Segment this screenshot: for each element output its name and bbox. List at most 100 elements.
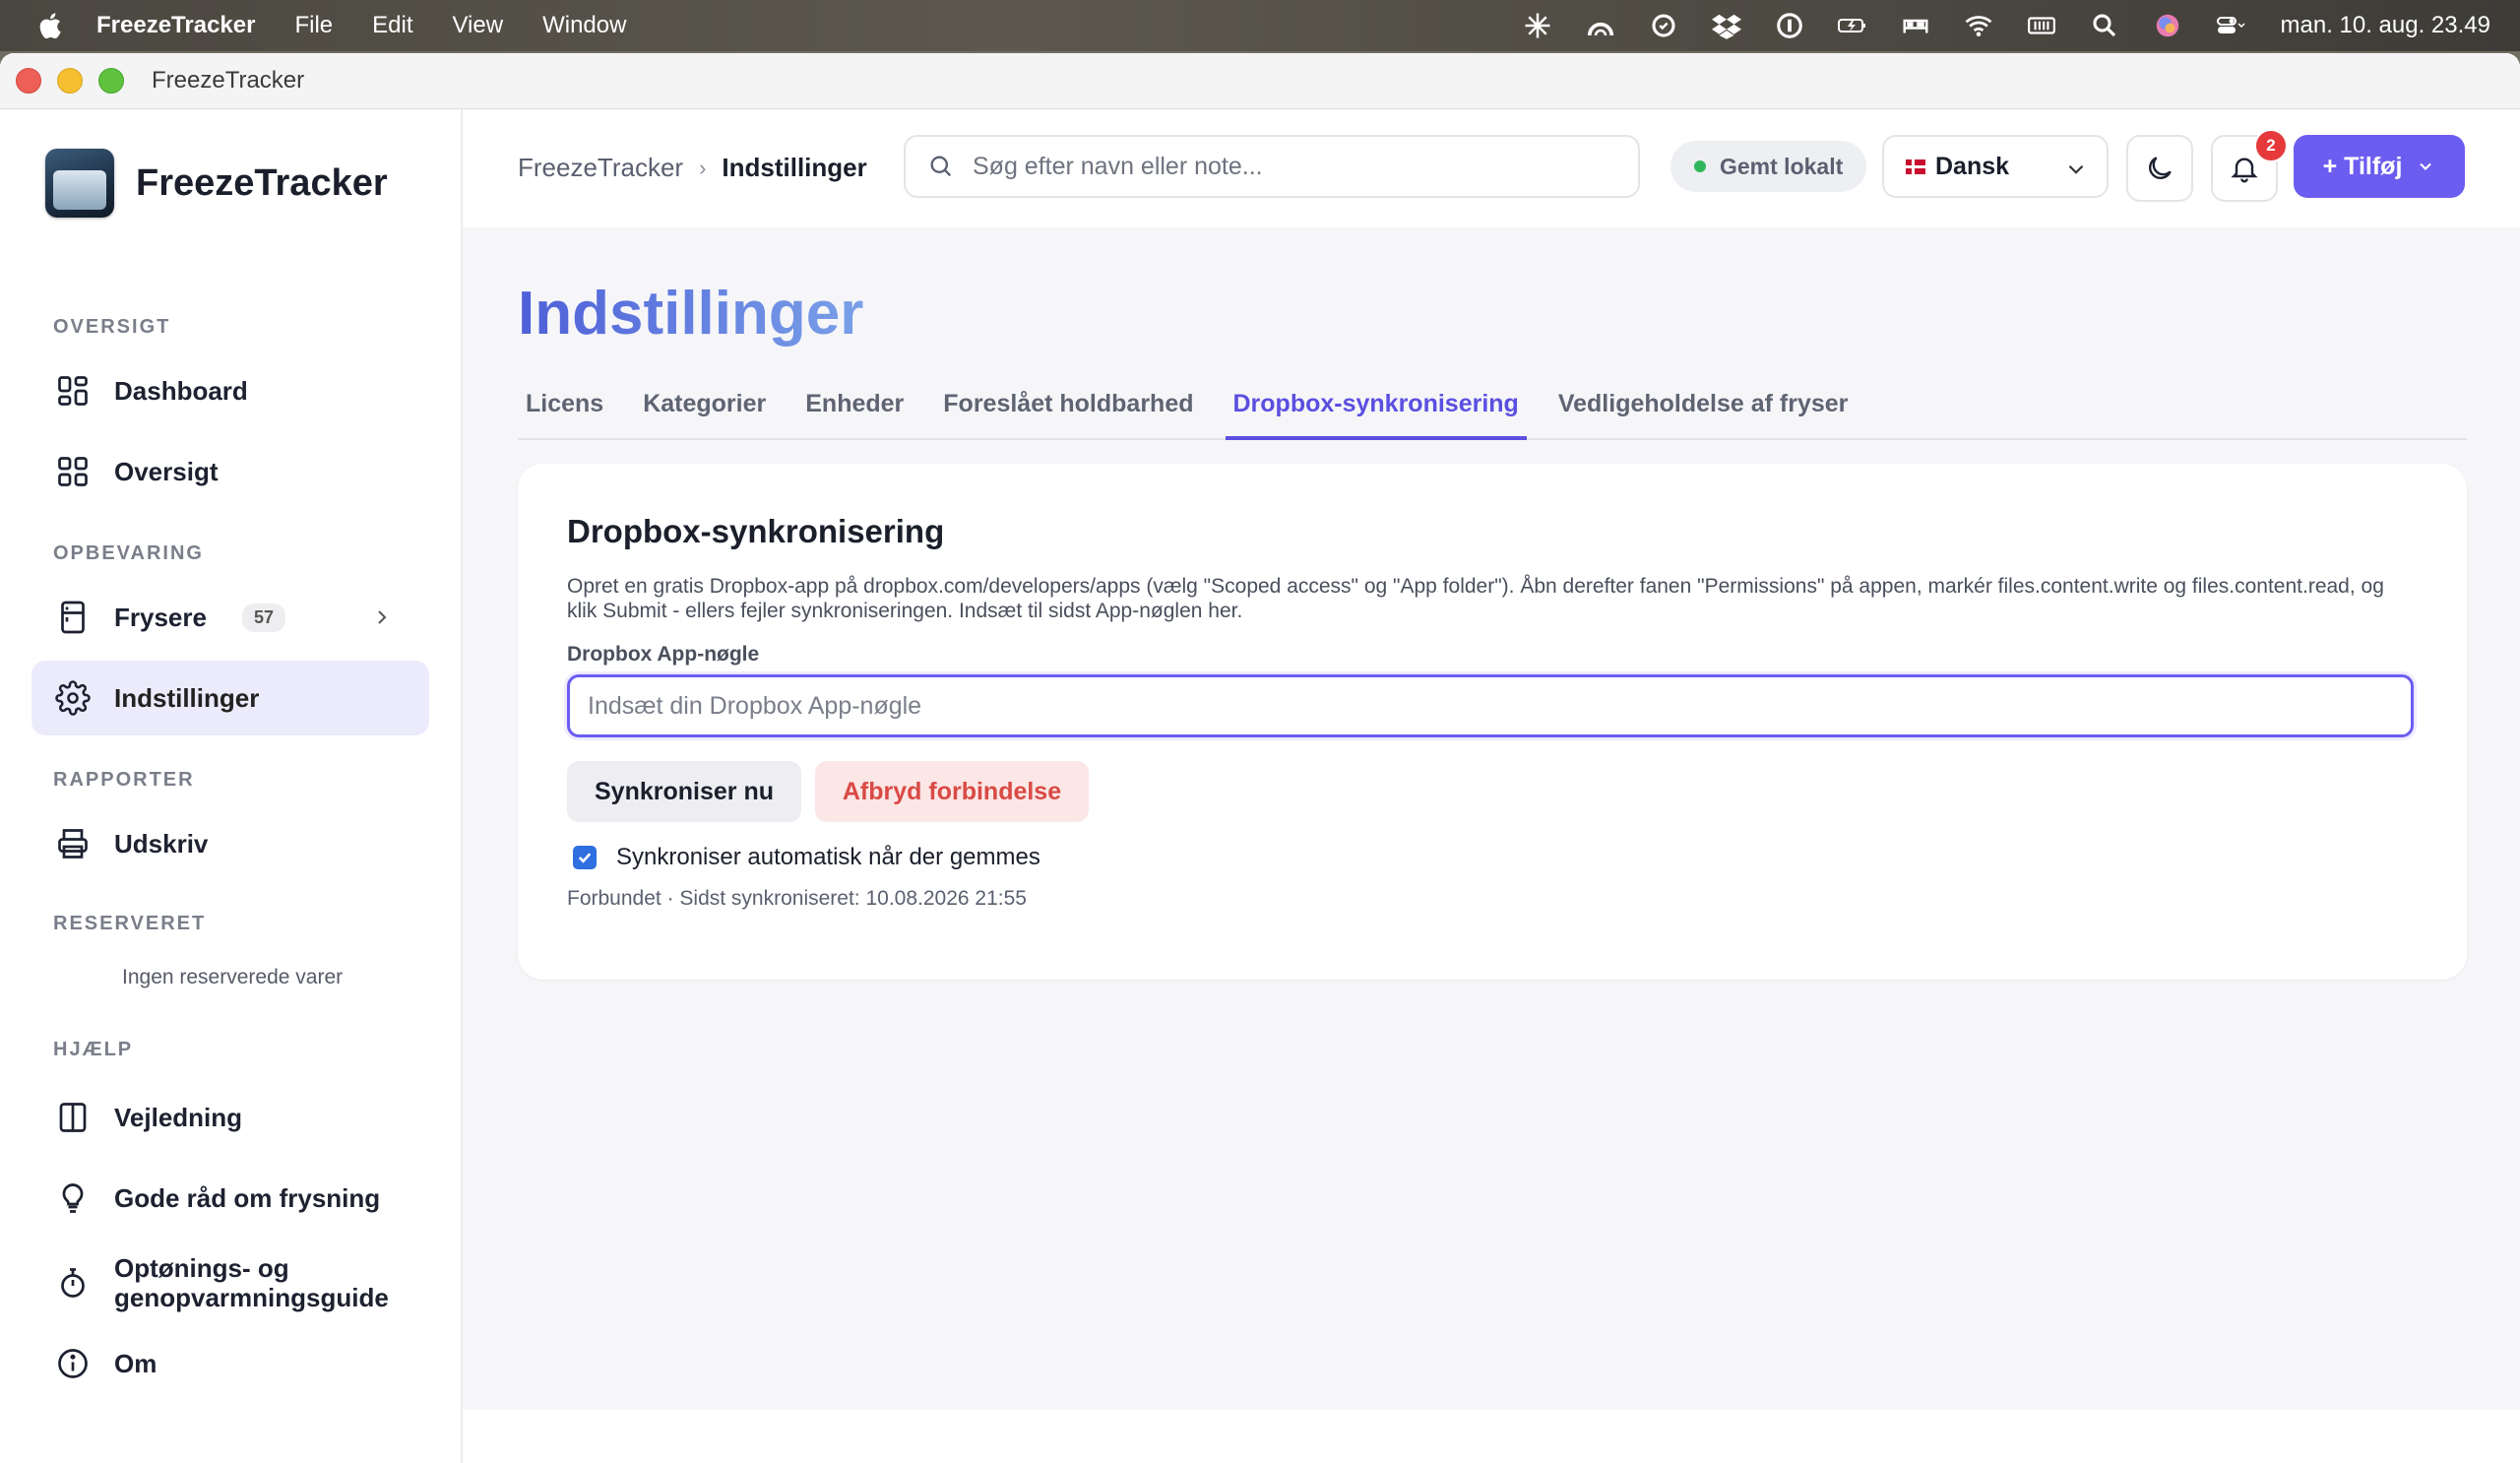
auto-sync-label[interactable]: Synkroniser automatisk når der gemmes: [616, 844, 1040, 871]
menu-view[interactable]: View: [452, 12, 503, 39]
section-label-storage: OPBEVARING: [53, 542, 204, 564]
apple-icon[interactable]: [35, 11, 63, 40]
bell-icon: [2231, 158, 2258, 183]
sparkle-icon[interactable]: [1521, 9, 1554, 42]
sidebar-item-label: Dashboard: [114, 375, 248, 406]
chevron-down-icon: [2420, 162, 2432, 170]
card-description: Opret en gratis Dropbox-app på dropbox.c…: [567, 575, 2384, 622]
section-label-reports: RAPPORTER: [53, 769, 195, 791]
menu-window[interactable]: Window: [542, 12, 626, 39]
grid-icon: [55, 373, 91, 409]
sidebar-item-label: Om: [114, 1348, 158, 1378]
memory-icon[interactable]: [2025, 9, 2058, 42]
info-icon: [55, 1346, 91, 1381]
sidebar-item-label: Gode råd om frysning: [114, 1182, 381, 1213]
sidebar-item-thaw-guide[interactable]: Optønings- og genopvarmningsguide: [32, 1236, 429, 1330]
system-menu-bar: FreezeTracker File Edit View Window man.…: [0, 0, 2520, 51]
language-select[interactable]: Dansk: [1882, 135, 2109, 198]
section-label-reserved: RESERVERET: [53, 913, 207, 934]
menubar-clock[interactable]: man. 10. aug. 23.49: [2281, 12, 2491, 39]
breadcrumb-home[interactable]: FreezeTracker: [518, 153, 683, 183]
sidebar-item-print[interactable]: Udskriv: [32, 806, 429, 881]
thaw-guide-label-line1: Optønings- og: [114, 1253, 289, 1283]
app-logo: [45, 149, 114, 218]
sync-now-button[interactable]: Synkroniser nu: [567, 761, 801, 822]
app-key-label: Dropbox App-nøgle: [567, 643, 760, 666]
menu-file[interactable]: File: [294, 12, 333, 39]
book-icon: [55, 1100, 91, 1135]
sidebar-item-label: Indstillinger: [114, 682, 260, 713]
tab-dropbox-sync[interactable]: Dropbox-synkronisering: [1225, 385, 1527, 440]
sidebar-item-label: Oversigt: [114, 456, 219, 486]
reserved-empty-note: Ingen reserverede varer: [122, 966, 344, 988]
window-zoom-button[interactable]: [98, 68, 124, 94]
tab-suggested-shelf-life[interactable]: Foreslået holdbarhed: [935, 385, 1201, 436]
dropbox-app-key-input[interactable]: [567, 674, 2414, 737]
disconnect-button[interactable]: Afbryd forbindelse: [815, 761, 1089, 822]
theme-toggle-button[interactable]: [2126, 135, 2193, 202]
moon-icon: [2149, 157, 2172, 179]
sidebar: FreezeTracker OVERSIGT Dashboard Oversig…: [0, 109, 463, 1463]
sidebar-item-label: Optønings- og genopvarmningsguide: [114, 1253, 389, 1312]
add-button-label: + Tilføj: [2322, 152, 2403, 180]
menu-edit[interactable]: Edit: [372, 12, 412, 39]
chevron-right-icon[interactable]: [370, 604, 394, 631]
language-label: Dansk: [1935, 152, 2010, 180]
breadcrumb-trail: FreezeTracker › Indstillinger: [518, 153, 867, 183]
card-title: Dropbox-synkronisering: [567, 513, 945, 549]
menu-app-name[interactable]: FreezeTracker: [96, 12, 255, 39]
search-input[interactable]: [971, 151, 1605, 182]
control-center-icon[interactable]: [2214, 9, 2247, 42]
tab-freezer-maintenance[interactable]: Vedligeholdelse af fryser: [1550, 385, 1857, 436]
notifications-button[interactable]: 2: [2211, 129, 2288, 202]
sidebar-item-label: Udskriv: [114, 828, 209, 859]
thaw-guide-label-line2: genopvarmningsguide: [114, 1283, 389, 1312]
sidebar-item-freezers[interactable]: Frysere 57: [32, 580, 429, 655]
dropbox-icon[interactable]: [1710, 9, 1743, 42]
printer-icon: [55, 826, 91, 861]
tab-units[interactable]: Enheder: [797, 385, 912, 436]
breadcrumb-current: Indstillinger: [722, 153, 867, 182]
main-content: Indstillinger Licens Kategorier Enheder …: [463, 227, 2520, 1410]
sidebar-item-label: Vejledning: [114, 1102, 243, 1132]
tab-license[interactable]: Licens: [518, 385, 611, 436]
sync-status-text: Forbundet · Sidst synkroniseret: 10.08.2…: [567, 887, 1027, 910]
danish-flag-icon: [1906, 159, 1925, 174]
window-close-button[interactable]: [16, 68, 41, 94]
check-icon: [578, 853, 592, 863]
search-box[interactable]: [904, 135, 1640, 198]
battery-icon[interactable]: [1836, 9, 1869, 42]
sidebar-item-about[interactable]: Om: [32, 1326, 429, 1401]
page-title: Indstillinger: [518, 280, 864, 348]
sidebar-item-tips[interactable]: Gode råd om frysning: [32, 1161, 429, 1236]
sidebar-item-settings[interactable]: Indstillinger: [32, 661, 429, 735]
window-minimize-button[interactable]: [57, 68, 83, 94]
window-title: FreezeTracker: [152, 67, 305, 94]
sidebar-item-overview[interactable]: Oversigt: [32, 434, 429, 509]
grid-four-icon: [55, 454, 91, 489]
wifi-icon[interactable]: [1962, 9, 1995, 42]
arc-icon[interactable]: [1584, 9, 1617, 42]
saved-status-label: Gemt lokalt: [1720, 153, 1844, 179]
add-button[interactable]: + Tilføj: [2294, 135, 2465, 198]
dropbox-sync-card: Dropbox-synkronisering Opret en gratis D…: [518, 464, 2467, 980]
settings-tabs: Licens Kategorier Enheder Foreslået hold…: [518, 385, 2467, 440]
lightbulb-icon: [55, 1180, 91, 1216]
sync-circle-icon[interactable]: [1647, 9, 1680, 42]
password-manager-icon[interactable]: [1773, 9, 1806, 42]
breadcrumb-chevron-icon: ›: [699, 155, 707, 180]
brand[interactable]: FreezeTracker: [45, 149, 388, 218]
sidebar-item-dashboard[interactable]: Dashboard: [32, 353, 429, 428]
bed-icon[interactable]: [1899, 9, 1932, 42]
spotlight-search-icon[interactable]: [2088, 9, 2121, 42]
notification-count-badge: 2: [2254, 129, 2288, 162]
sidebar-item-guide[interactable]: Vejledning: [32, 1080, 429, 1155]
siri-icon[interactable]: [2151, 9, 2184, 42]
sidebar-item-label: Frysere: [114, 602, 207, 632]
tab-categories[interactable]: Kategorier: [635, 385, 774, 436]
search-icon: [930, 156, 952, 177]
auto-sync-checkbox[interactable]: [573, 846, 597, 869]
section-label-overview: OVERSIGT: [53, 316, 171, 338]
freezers-count-badge: 57: [241, 603, 285, 632]
status-dot-icon: [1694, 160, 1706, 172]
